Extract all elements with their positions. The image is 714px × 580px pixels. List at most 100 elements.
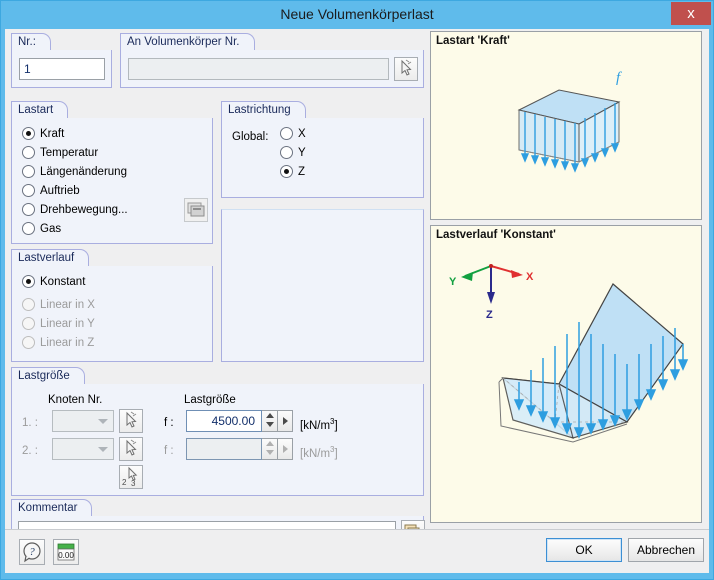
row-2-index: 2. : — [22, 445, 38, 457]
radio-label: Konstant — [40, 276, 86, 288]
footer-bar: ? 0.00 OK Abbrechen — [5, 530, 709, 573]
dialog-client-area: Nr.: 1 An Volumenkörper Nr. Lastart Kraf… — [5, 29, 709, 573]
dialog-settings-icon — [184, 198, 208, 222]
spinner-down-icon[interactable] — [262, 420, 276, 429]
radio-direction-x[interactable]: X — [280, 126, 306, 142]
radio-direction-z[interactable]: Z — [280, 164, 305, 180]
radio-dot — [280, 127, 293, 140]
radio-label: Temperatur — [40, 147, 99, 159]
radio-lastart-temperatur[interactable]: Temperatur — [22, 145, 98, 161]
radio-lastverlauf-linear-y: Linear in Y — [22, 316, 95, 332]
pick-cursor-multi-icon[interactable]: 2 3 — [119, 465, 143, 489]
group-lastart: Lastart Kraft Temperatur Längenänderung … — [11, 101, 213, 244]
lastgroesse-value-1-input[interactable]: 4500.00 — [186, 410, 262, 432]
row-1-f-label: f : — [164, 417, 174, 429]
unit-label-2: [kN/m3] — [300, 443, 338, 461]
group-lastverlauf-legend: Lastverlauf — [11, 249, 90, 266]
radio-label: Y — [298, 147, 306, 159]
title-bar: Neue Volumenkörperlast x — [1, 1, 713, 29]
pick-cursor-icon[interactable] — [119, 437, 143, 461]
radio-lastart-drehbewegung[interactable]: Drehbewegung... — [22, 202, 128, 218]
group-lastverlauf: Lastverlauf Konstant Linear in X Linear … — [11, 249, 213, 362]
group-nr-legend: Nr.: — [11, 33, 51, 50]
spinner-up-icon — [262, 439, 276, 448]
radio-label: Linear in X — [40, 299, 95, 311]
dialog-title: Neue Volumenkörperlast — [280, 6, 434, 22]
lastgroesse-value-2-spinner — [262, 438, 278, 460]
group-solid-number-legend: An Volumenkörper Nr. — [120, 33, 255, 50]
ok-button[interactable]: OK — [546, 538, 622, 562]
radio-dot — [22, 317, 35, 330]
unit-close: ] — [334, 419, 338, 432]
pick-cursor-icon[interactable] — [119, 409, 143, 433]
knoten-nr-2-combo[interactable] — [52, 438, 114, 460]
radio-label: X — [298, 128, 306, 140]
dialog-window: Neue Volumenkörperlast x Nr.: 1 An Volum… — [0, 0, 714, 580]
radio-lastverlauf-konstant[interactable]: Konstant — [22, 274, 85, 290]
close-icon[interactable]: x — [671, 2, 711, 25]
group-nr: Nr.: 1 — [11, 33, 112, 88]
radio-dot — [22, 336, 35, 349]
group-lastart-legend: Lastart — [11, 101, 69, 118]
radio-label: Auftrieb — [40, 185, 80, 197]
radio-dot — [22, 127, 35, 140]
nr-input[interactable]: 1 — [19, 58, 105, 80]
group-kommentar-legend: Kommentar — [11, 499, 93, 516]
cancel-button[interactable]: Abbrechen — [628, 538, 704, 562]
radio-dot — [22, 222, 35, 235]
unit-text: [kN/m — [300, 447, 331, 460]
radio-dot — [22, 203, 35, 216]
unit-label-1: [kN/m3] — [300, 415, 338, 433]
radio-dot — [22, 184, 35, 197]
radio-lastart-laengenaenderung[interactable]: Längenänderung — [22, 164, 127, 180]
axis-label-x: X — [526, 271, 534, 283]
group-lastrichtung-legend: Lastrichtung — [221, 101, 306, 118]
row-2-f-label: f : — [164, 445, 174, 457]
radio-lastverlauf-linear-z: Linear in Z — [22, 335, 94, 351]
radio-direction-y[interactable]: Y — [280, 145, 306, 161]
group-lastgroesse: Lastgröße Knoten Nr. Lastgröße 1. : f : … — [11, 367, 424, 496]
radio-dot — [22, 146, 35, 159]
chevron-down-icon[interactable] — [94, 411, 111, 431]
radio-label: Längenänderung — [40, 166, 127, 178]
svg-text:3: 3 — [131, 479, 136, 488]
chevron-down-icon[interactable] — [94, 439, 111, 459]
lastgroesse-value-2-dropdown-icon — [278, 438, 293, 460]
radio-label: Linear in Y — [40, 318, 95, 330]
spinner-up-icon[interactable] — [262, 411, 276, 420]
solid-number-input[interactable] — [128, 58, 389, 80]
axis-label-z: Z — [486, 309, 493, 321]
group-lastrichtung: Lastrichtung Global: X Y Z — [221, 101, 424, 198]
group-placeholder — [221, 209, 424, 362]
lastgroesse-value-1-spinner[interactable] — [262, 410, 278, 432]
radio-dot — [280, 165, 293, 178]
group-solid-number: An Volumenkörper Nr. — [120, 33, 424, 88]
radio-lastart-auftrieb[interactable]: Auftrieb — [22, 183, 80, 199]
column-header-knoten: Knoten Nr. — [48, 394, 103, 406]
lastgroesse-value-2-input[interactable] — [186, 438, 262, 460]
preview-lastverlauf-figure: X Y Z — [449, 264, 689, 443]
preview-lastart-figure: f — [517, 70, 622, 173]
units-precision-icon[interactable]: 0.00 — [53, 539, 79, 565]
radio-dot — [22, 165, 35, 178]
spinner-down-icon — [262, 448, 276, 457]
radio-label: Linear in Z — [40, 337, 95, 349]
column-header-lastgroesse: Lastgröße — [184, 394, 236, 406]
radio-label: Drehbewegung... — [40, 204, 128, 216]
units-value: 0.00 — [58, 551, 74, 560]
unit-text: [kN/m — [300, 419, 331, 432]
global-label: Global: — [232, 131, 269, 143]
load-symbol-f: f — [616, 70, 622, 86]
help-question-icon[interactable]: ? — [19, 539, 45, 565]
radio-label: Gas — [40, 223, 62, 235]
lastgroesse-value-1-dropdown-icon[interactable] — [278, 410, 293, 432]
unit-close: ] — [334, 447, 338, 460]
row-1-index: 1. : — [22, 417, 38, 429]
preview-lastverlauf: Lastverlauf 'Konstant' X Y Z — [430, 225, 702, 523]
svg-text:?: ? — [29, 546, 35, 558]
radio-dot — [22, 298, 35, 311]
knoten-nr-1-combo[interactable] — [52, 410, 114, 432]
radio-lastart-kraft[interactable]: Kraft — [22, 126, 64, 142]
pick-cursor-icon[interactable] — [394, 57, 418, 81]
radio-lastart-gas[interactable]: Gas — [22, 221, 61, 237]
